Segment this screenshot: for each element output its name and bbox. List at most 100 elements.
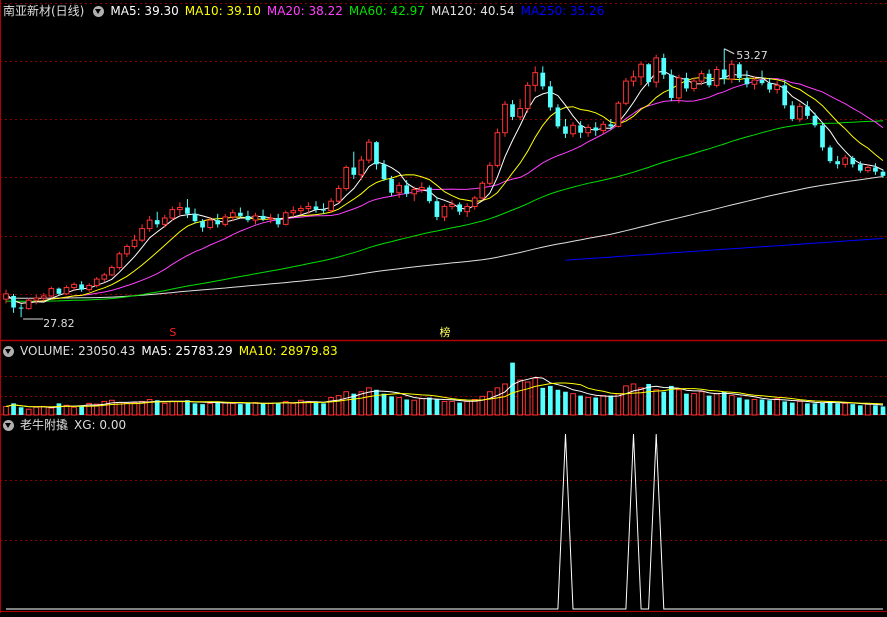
chevron-down-icon[interactable] [3,419,14,431]
volume-bar [33,406,40,416]
volume-bar [570,393,576,416]
candle [328,198,334,213]
ma5-label: MA5: 39.30 [110,4,179,18]
candle-body [222,216,229,225]
candle [661,53,667,79]
volume-bar [71,406,77,416]
volume-bar [487,391,493,416]
volume-bar [396,397,402,416]
volume-bar [479,395,486,416]
volume-bar [691,393,697,416]
candle-body [434,201,440,217]
candle [282,210,289,226]
volume-bar [615,393,622,416]
volume-bar [517,379,523,416]
candle [744,70,750,88]
candle-body [517,107,523,118]
moving-average-lines [5,70,884,304]
volume-bar [56,403,62,415]
volume-bar [40,405,47,416]
candle-body [684,77,689,89]
candle-body [56,288,62,294]
chevron-down-icon[interactable] [3,345,14,357]
candle-body [418,186,425,191]
candle-body [532,72,539,86]
volume-bar [827,401,833,415]
candle [343,165,350,191]
volume-bar [3,405,9,416]
volume-bar [374,389,379,415]
volume-bar [782,401,788,415]
volume-bar [684,393,689,415]
volume-bar [464,400,471,416]
candle-body [260,215,266,220]
candle-body [93,278,100,286]
candle [517,99,523,121]
candle [593,122,599,136]
candle [563,119,568,138]
candle-body [86,284,93,291]
candle-body [600,123,607,132]
candle-body [169,209,176,219]
candle [245,210,251,223]
volume-bar [245,403,251,415]
candle [713,66,720,88]
candle-body [615,102,622,127]
candle [396,182,402,199]
candle-body [343,166,350,190]
chart-canvas: 53.27 27.82 S 榜 [0,0,887,613]
volume-bar [449,400,455,416]
volume-bar [646,383,651,415]
candle [487,162,493,186]
volume-bar [185,400,190,415]
high-pointer [724,48,735,55]
chevron-down-icon[interactable] [93,5,105,17]
volume-bar [721,391,727,415]
volume-bar [563,391,568,415]
candle-body [381,164,387,180]
candle [706,69,712,88]
candle [25,298,32,310]
candle-body [441,205,448,218]
candle-body [321,209,326,211]
candle-body [646,64,651,83]
volume-bar [676,389,682,416]
candle-body [427,187,432,202]
volume-bar [850,404,856,415]
volume-bar [457,402,462,415]
candle-body [290,210,297,214]
candle-body [25,299,32,310]
candle-body [411,189,418,195]
volume-bar [229,402,236,416]
candle [615,101,622,128]
candle-body [585,126,591,134]
volume-bar [857,405,863,415]
candle-body [40,295,47,299]
candle [570,122,576,137]
candle [548,81,553,111]
volume-bar [789,402,795,415]
candle-body [282,212,289,225]
volume-bar [192,403,198,415]
candle-body [71,283,77,289]
candle [585,124,591,137]
candle-body [449,203,455,207]
candle [510,100,515,121]
volume-bar [751,398,758,416]
volume-bar [418,398,425,416]
volume-bar [630,383,637,416]
volume-bar [335,395,342,416]
candle-body [366,141,372,161]
volume-bar [434,399,440,415]
candle [313,201,319,213]
indicator-header: 老牛附撬 XG: 0.00 [0,416,132,434]
candle [782,80,788,109]
candle-body [139,228,145,241]
candle-body [524,84,531,109]
candle [494,128,501,168]
volume-bar [668,385,674,415]
candle [805,101,810,120]
candle [721,48,727,85]
candle-body [767,83,772,90]
candle [154,211,160,228]
